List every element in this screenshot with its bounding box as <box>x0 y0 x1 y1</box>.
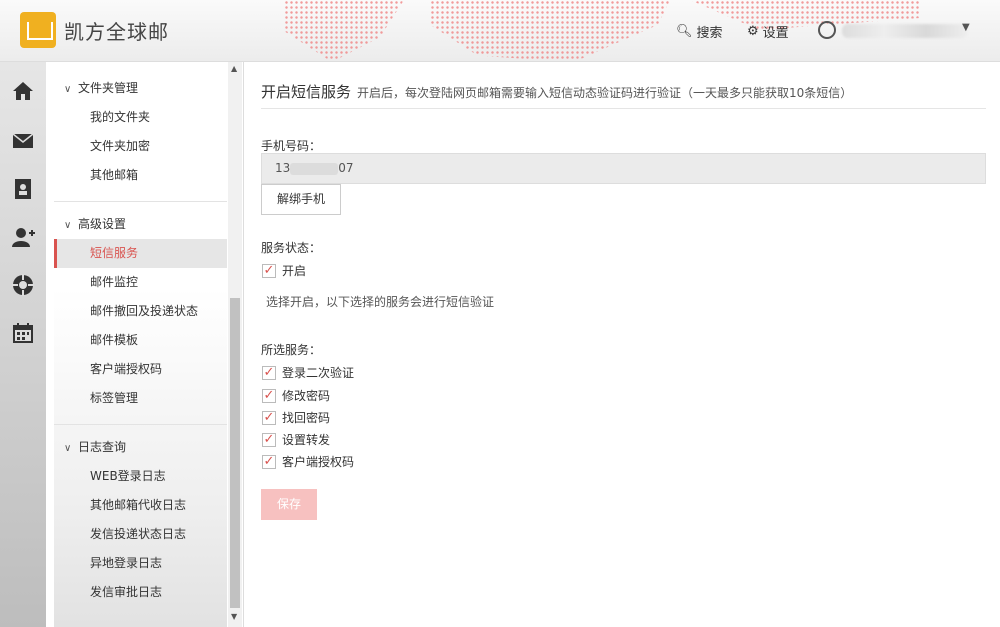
page-subtitle: 开启后，每次登陆网页邮箱需要输入短信动态验证码进行验证（一天最多只能获取10条短… <box>357 86 853 100</box>
enable-note: 选择开启，以下选择的服务会进行短信验证 <box>266 295 495 309</box>
nav-item-sms-service[interactable]: 短信服务 <box>54 239 227 268</box>
save-button[interactable]: 保存 <box>261 489 317 520</box>
settings-button[interactable]: ⚙ 设置 <box>747 22 789 41</box>
nav-scrollbar[interactable]: ▲ ▼ <box>228 62 242 627</box>
nav-item-my-folders[interactable]: 我的文件夹 <box>54 103 227 132</box>
services-label: 所选服务： <box>261 343 322 357</box>
chevron-down-icon: ∨ <box>64 84 72 95</box>
chevron-down-icon[interactable]: ▼ <box>962 22 970 33</box>
nav-item-web-login-log[interactable]: WEB登录日志 <box>54 462 227 491</box>
checkmark-icon[interactable]: ✓ <box>262 432 276 447</box>
checkmark-icon[interactable]: ✓ <box>262 410 276 425</box>
search-icon: 🔍︎ <box>676 24 693 39</box>
user-name-redacted[interactable] <box>842 24 968 38</box>
app-name: 凯方全球邮 <box>64 19 169 44</box>
contacts-icon[interactable] <box>11 177 35 201</box>
service-checkbox-forwarding[interactable]: ✓ 设置转发 <box>262 431 330 448</box>
nav-group-label: 日志查询 <box>78 440 127 454</box>
user-avatar-icon[interactable] <box>818 21 836 39</box>
checkmark-icon[interactable]: ✓ <box>262 388 276 403</box>
scrollbar-thumb[interactable] <box>230 298 240 608</box>
nav-item-tag-management[interactable]: 标签管理 <box>54 384 227 413</box>
nav-divider <box>54 190 227 202</box>
icon-rail <box>0 62 46 627</box>
chevron-down-icon: ∨ <box>64 443 72 454</box>
status-label: 服务状态： <box>261 241 322 255</box>
service-checkbox-login-2fa[interactable]: ✓ 登录二次验证 <box>262 364 354 381</box>
nav-item-other-mailboxes[interactable]: 其他邮箱 <box>54 161 227 190</box>
phone-redacted <box>290 162 339 175</box>
search-label: 搜索 <box>696 26 723 41</box>
nav-item-remote-login-log[interactable]: 异地登录日志 <box>54 549 227 578</box>
nav-group-label: 高级设置 <box>78 217 127 231</box>
nav-item-approval-log[interactable]: 发信审批日志 <box>54 578 227 607</box>
enable-checkbox[interactable]: ✓ 开启 <box>262 262 306 279</box>
service-label: 客户端授权码 <box>282 455 355 469</box>
nav-item-mail-templates[interactable]: 邮件模板 <box>54 326 227 355</box>
world-map-decoration <box>284 0 404 61</box>
service-checkbox-client-auth-code[interactable]: ✓ 客户端授权码 <box>262 453 354 470</box>
unbind-phone-button[interactable]: 解绑手机 <box>261 184 341 215</box>
nav-item-folder-encryption[interactable]: 文件夹加密 <box>54 132 227 161</box>
nav-item-recall-delivery-status[interactable]: 邮件撤回及投递状态 <box>54 297 227 326</box>
calendar-icon[interactable] <box>11 321 35 345</box>
service-label: 找回密码 <box>282 411 331 425</box>
page-title: 开启短信服务 <box>261 83 352 101</box>
phone-prefix: 13 <box>275 161 291 175</box>
service-label: 登录二次验证 <box>282 366 355 380</box>
service-label: 修改密码 <box>282 389 331 403</box>
nav-group-label: 文件夹管理 <box>78 81 139 95</box>
nav-divider <box>54 413 227 425</box>
settings-nav: ∨ 文件夹管理 我的文件夹 文件夹加密 其他邮箱 ∨ 高级设置 短信服务 邮件监控 … <box>54 62 227 627</box>
nav-item-mail-monitoring[interactable]: 邮件监控 <box>54 268 227 297</box>
app-logo[interactable]: 凯方全球邮 <box>20 12 169 48</box>
target-icon[interactable] <box>11 273 35 297</box>
phone-label: 手机号码： <box>261 139 322 153</box>
world-map-decoration <box>430 0 670 61</box>
phone-suffix: 07 <box>338 161 354 175</box>
mail-icon[interactable] <box>11 129 35 153</box>
checkmark-icon[interactable]: ✓ <box>262 263 276 278</box>
panel-header: 开启短信服务 开启后，每次登陆网页邮箱需要输入短信动态验证码进行验证（一天最多只… <box>261 81 986 109</box>
nav-group-folder-management[interactable]: ∨ 文件夹管理 <box>54 74 227 103</box>
checkmark-icon[interactable]: ✓ <box>262 454 276 469</box>
scroll-up-icon[interactable]: ▲ <box>231 64 237 73</box>
gear-icon: ⚙ <box>747 24 759 39</box>
service-label: 设置转发 <box>282 433 331 447</box>
phone-field: 13 07 <box>261 153 986 184</box>
checkmark-icon[interactable]: ✓ <box>262 365 276 380</box>
top-header: 凯方全球邮 🔍︎ 搜索 ⚙ 设置 ▼ <box>0 0 1000 62</box>
chevron-down-icon: ∨ <box>64 220 72 231</box>
scroll-down-icon[interactable]: ▼ <box>231 612 237 621</box>
nav-group-log-query[interactable]: ∨ 日志查询 <box>54 433 227 462</box>
nav-item-delivery-status-log[interactable]: 发信投递状态日志 <box>54 520 227 549</box>
enable-label: 开启 <box>282 264 307 278</box>
settings-label: 设置 <box>762 26 789 41</box>
nav-item-fetch-log[interactable]: 其他邮箱代收日志 <box>54 491 227 520</box>
search-button[interactable]: 🔍︎ 搜索 <box>676 22 723 41</box>
add-user-icon[interactable] <box>11 225 35 249</box>
logo-icon <box>20 12 56 48</box>
home-icon[interactable] <box>11 79 35 103</box>
service-checkbox-recover-password[interactable]: ✓ 找回密码 <box>262 409 330 426</box>
nav-group-advanced-settings[interactable]: ∨ 高级设置 <box>54 210 227 239</box>
service-checkbox-change-password[interactable]: ✓ 修改密码 <box>262 387 330 404</box>
sms-service-panel: 开启短信服务 开启后，每次登陆网页邮箱需要输入短信动态验证码进行验证（一天最多只… <box>243 62 1000 627</box>
nav-item-client-auth-code[interactable]: 客户端授权码 <box>54 355 227 384</box>
